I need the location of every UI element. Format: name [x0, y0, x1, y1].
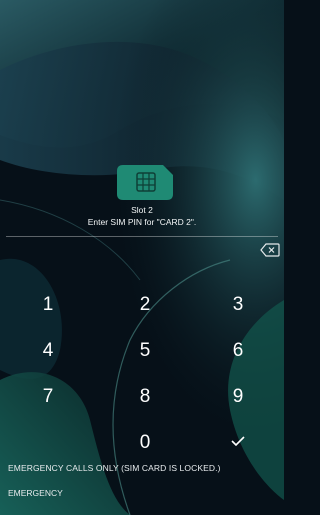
- pin-prompt: Enter SIM PIN for "CARD 2".: [87, 217, 197, 227]
- slot-label: Slot 2: [131, 205, 153, 215]
- confirm-button[interactable]: [208, 424, 268, 458]
- emergency-status-text: EMERGENCY CALLS ONLY (SIM CARD IS LOCKED…: [8, 463, 221, 473]
- key-4[interactable]: 4: [18, 334, 78, 368]
- key-5[interactable]: 5: [115, 334, 175, 368]
- key-8[interactable]: 8: [115, 380, 175, 414]
- checkmark-icon: [231, 436, 245, 447]
- sim-card-icon: [117, 165, 173, 200]
- pin-input-field[interactable]: [6, 236, 278, 237]
- key-9[interactable]: 9: [208, 380, 268, 414]
- key-0[interactable]: 0: [115, 426, 175, 460]
- key-2[interactable]: 2: [115, 288, 175, 322]
- key-7[interactable]: 7: [18, 380, 78, 414]
- emergency-button[interactable]: EMERGENCY: [8, 488, 63, 498]
- key-6[interactable]: 6: [208, 334, 268, 368]
- backspace-icon[interactable]: [260, 243, 280, 257]
- key-3[interactable]: 3: [208, 288, 268, 322]
- key-1[interactable]: 1: [18, 288, 78, 322]
